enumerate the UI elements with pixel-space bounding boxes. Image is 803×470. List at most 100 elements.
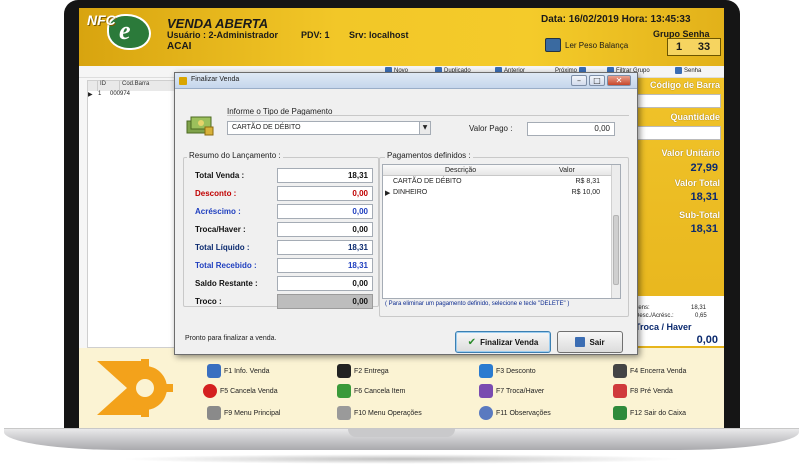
dialog-titlebar: Finalizar Venda – □ ✕ [175,73,637,89]
summary-exchange: Troca/Haver : 0,00 [175,222,375,238]
f1-info-sale[interactable]: F1 Info. Venda [207,364,270,378]
payments-label: Pagamentos definidos : [385,151,473,160]
subtotal-label: Sub-Total [679,210,720,220]
people-icon [479,406,493,420]
summary-value: 0,00 [277,276,373,291]
unit-price-value: 27,99 [690,162,718,174]
close-button[interactable]: ✕ [607,75,631,86]
summary-value: 18,31 [277,240,373,255]
col-id: ID [98,81,120,91]
toolbar-password[interactable]: Senha [675,67,701,74]
summary-label-text: Acréscimo : [195,207,241,216]
total-value: 18,31 [690,191,718,203]
chevron-down-icon: ▼ [419,122,430,134]
sale-status-title: VENDA ABERTA [167,16,269,31]
barcode-input[interactable] [635,94,721,108]
unit-price-label: Valor Unitário [661,148,720,158]
quantity-input[interactable] [635,126,721,140]
minimize-button[interactable]: – [571,75,587,86]
remove-item-icon [337,384,351,398]
summary-total-sale: Total Venda : 18,31 [175,168,375,184]
f10-operations-menu[interactable]: F10 Menu Operações [337,406,422,420]
summary-received: Total Recebido : 18,31 [175,258,375,274]
cancel-icon [203,384,217,398]
items-table-header: ID Cod.Barra [88,81,176,91]
exit-icon [575,337,586,347]
f5-cancel-sale[interactable]: F5 Cancela Venda [203,384,278,398]
nfce-logo: NFC e [85,10,159,54]
dialog-title: Finalizar Venda [191,76,240,83]
summary-label-text: Total Recebido : [195,261,257,270]
payments-scrollbar[interactable] [611,165,620,298]
f11-notes[interactable]: F11 Observações [479,406,551,420]
summary-value: 0,00 [277,204,373,219]
paid-value-label: Valor Pago : [469,124,513,133]
menu-icon [207,406,221,420]
summary-label-text: Troco : [195,297,222,306]
info-icon [207,364,221,378]
items-table: ID Cod.Barra ▶ 1 000974 [87,80,177,348]
summary-label-text: Total Líquido : [195,243,250,252]
app-screen: NFC e VENDA ABERTA Usuário : 2-Administr… [79,8,724,428]
app-icon [179,77,187,85]
summary-value: 18,31 [277,258,373,273]
read-scale-button[interactable]: Ler Peso Balança [545,38,628,52]
cart-icon [613,384,627,398]
summary-label-text: Saldo Restante : [195,279,258,288]
server-info: Srv: localhost [349,30,409,40]
exchange-icon [479,384,493,398]
f8-pre-sale[interactable]: F8 Pré Venda [613,384,673,398]
laptop-notch [348,429,455,437]
paid-value-input[interactable]: 0,00 [527,122,615,136]
status-text: Pronto para finalizar a venda. [185,335,277,342]
f4-close-sale[interactable]: F4 Encerra Venda [613,364,686,378]
money-icon [186,116,214,136]
items-count-value: 18,31 [691,305,707,311]
summary-value: 0,00 [277,186,373,201]
summary-label-text: Total Venda : [195,171,245,180]
summary-change: Troco : 0,00 [175,294,375,310]
operations-icon [337,406,351,420]
summary-label: Resumo do Lançamento : [187,151,283,160]
f2-delivery[interactable]: F2 Entrega [337,364,389,378]
discount-small-value: 0,65 [695,313,707,319]
summary-label-text: Desconto : [195,189,237,198]
table-row[interactable]: CARTÃO DE DÉBITO R$ 8,31 [383,177,612,187]
f7-exchange[interactable]: F7 Troca/Haver [479,384,544,398]
app-header: NFC e VENDA ABERTA Usuário : 2-Administr… [79,8,724,66]
password-value: 33 [697,41,711,53]
maximize-button[interactable]: □ [589,75,605,86]
f9-main-menu[interactable]: F9 Menu Principal [207,406,280,420]
col-description: Descrição [445,167,477,174]
f3-discount[interactable]: F3 Desconto [479,364,536,378]
table-row[interactable]: ▶ 1 000974 [88,91,176,100]
payment-type-select[interactable]: CARTÃO DE DÉBITO ▼ [227,121,431,135]
truck-icon [337,364,351,378]
check-icon: ✔ [467,336,477,348]
quantity-label: Quantidade [670,112,720,122]
function-keys-area: F1 Info. Venda F2 Entrega F3 Desconto F4… [79,348,724,428]
f6-cancel-item[interactable]: F6 Cancela Item [337,384,405,398]
payments-grid-header: Descrição Valor [383,165,612,176]
table-row[interactable]: ▶ DINHEIRO R$ 10,00 [383,188,612,198]
shop-name: ACAI [167,41,192,52]
laptop-frame: NFC e VENDA ABERTA Usuário : 2-Administr… [0,0,803,470]
summary-surcharge: Acréscimo : 0,00 [175,204,375,220]
col-value: Valor [559,167,575,174]
change-value: 0,00 [696,334,718,346]
delete-hint: ( Para eliminar um pagamento definido, s… [385,301,570,307]
exit-button[interactable]: Sair [557,331,623,353]
col-barcode: Cod.Barra [120,81,176,91]
user-info: Usuário : 2-Administrador [167,30,279,40]
summary-net-total: Total Líquido : 18,31 [175,240,375,256]
summary-label-text: Troca/Haver : [195,225,246,234]
summary-discount: Desconto : 0,00 [175,186,375,202]
group-value: 1 [675,41,683,53]
finalize-sale-button[interactable]: ✔ Finalizar Venda [455,331,551,353]
change-label: Troca / Haver [635,322,692,332]
exit-door-icon [613,406,627,420]
total-label: Valor Total [674,178,720,188]
finalize-sale-dialog: Finalizar Venda – □ ✕ Informe o Tipo de … [174,72,638,355]
f12-exit-cashier[interactable]: F12 Sair do Caixa [613,406,686,420]
key-icon [675,67,682,74]
